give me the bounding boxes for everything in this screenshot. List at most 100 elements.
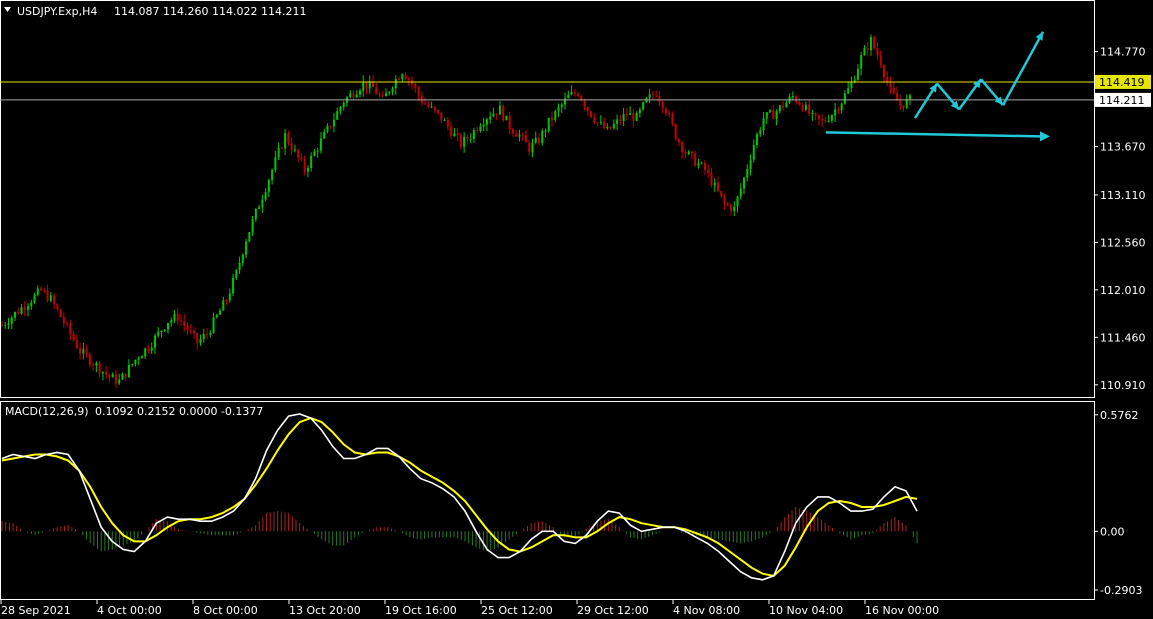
candle-body xyxy=(492,113,495,117)
candle-body xyxy=(756,134,759,145)
candle-body xyxy=(690,151,693,154)
candle-body xyxy=(909,95,911,99)
candle-body xyxy=(612,123,615,129)
candle-body xyxy=(385,93,388,97)
candle-body xyxy=(124,373,127,378)
candle-body xyxy=(720,191,723,197)
candle-body xyxy=(730,205,733,212)
candle-body xyxy=(782,105,785,108)
candle-body xyxy=(577,93,580,96)
candle-body xyxy=(88,354,91,365)
candle-body xyxy=(521,134,524,136)
candle-body xyxy=(489,116,492,120)
candle-body xyxy=(150,347,153,351)
candle-body xyxy=(515,133,518,137)
macd-values: 0.1092 0.2152 0.0000 -0.1377 xyxy=(95,405,263,418)
candle-body xyxy=(4,325,7,327)
candle-body xyxy=(433,106,436,110)
candle-body xyxy=(703,162,706,170)
macd-pane-frame xyxy=(0,401,1095,600)
candle-body xyxy=(225,300,228,302)
candle-body xyxy=(694,153,697,166)
macd-tick-label: -0.2903 xyxy=(1100,584,1142,597)
candle-body xyxy=(677,139,680,143)
candle-body xyxy=(625,114,628,116)
candle-body xyxy=(746,169,749,178)
candle-body xyxy=(303,159,306,172)
candle-body xyxy=(440,112,443,121)
candle-body xyxy=(407,78,410,81)
candle-body xyxy=(193,330,196,334)
price-tick-label: 113.110 xyxy=(1100,189,1146,202)
candle-body xyxy=(554,111,557,121)
candle-body xyxy=(82,349,85,354)
candle-body xyxy=(310,155,313,169)
candle-body xyxy=(726,203,729,206)
candle-body xyxy=(590,111,593,118)
candle-body xyxy=(215,314,218,318)
candle-body xyxy=(183,320,186,326)
candle-body xyxy=(222,300,225,311)
candle-body xyxy=(749,159,752,170)
candle-body xyxy=(687,151,690,155)
candle-body xyxy=(388,91,391,94)
candle-body xyxy=(736,196,739,207)
candle-body xyxy=(14,312,17,318)
candle-body xyxy=(232,277,235,294)
candle-body xyxy=(121,373,124,380)
candle-body xyxy=(762,118,765,131)
candle-body xyxy=(524,135,527,143)
candle-body xyxy=(557,107,560,112)
candle-body xyxy=(98,363,101,374)
candle-body xyxy=(157,331,160,336)
candle-body xyxy=(606,126,609,129)
candle-body xyxy=(450,126,453,137)
time-tick-label: 16 Nov 00:00 xyxy=(865,604,939,617)
candle-body xyxy=(30,302,33,307)
candle-body xyxy=(238,262,241,271)
candle-body xyxy=(873,37,876,49)
candle-body xyxy=(40,288,43,291)
candle-body xyxy=(593,117,596,123)
candle-body xyxy=(274,157,277,170)
candle-body xyxy=(127,364,130,378)
candle-body xyxy=(850,82,853,88)
candle-body xyxy=(394,78,397,89)
candle-body xyxy=(785,102,788,108)
time-tick-label: 29 Oct 12:00 xyxy=(577,604,649,617)
candle-body xyxy=(700,162,703,164)
candle-body xyxy=(212,317,215,333)
candle-body xyxy=(869,37,872,51)
candle-body xyxy=(329,125,332,127)
candle-body xyxy=(609,126,612,129)
candle-body xyxy=(479,126,482,131)
candle-body xyxy=(834,109,837,116)
macd-signal-line xyxy=(1,417,918,577)
trading-chart[interactable]: 114.770 113.670 113.110 112.560 112.010 111.4… xyxy=(0,0,1153,619)
symbol-title: USDJPY.Exp,H4 xyxy=(17,5,97,18)
candle-body xyxy=(53,295,56,305)
price-tick-label: 111.460 xyxy=(1100,331,1146,344)
time-tick-label: 19 Oct 16:00 xyxy=(385,604,457,617)
candle-body xyxy=(707,169,710,173)
candle-body xyxy=(290,143,293,151)
candle-body xyxy=(209,332,212,335)
candle-body xyxy=(352,93,355,98)
candle-body xyxy=(166,322,169,330)
candle-body xyxy=(199,339,202,344)
candle-body xyxy=(446,120,449,127)
candle-body xyxy=(118,379,121,384)
candle-body xyxy=(505,115,508,121)
candle-body xyxy=(378,94,381,96)
candle-body xyxy=(599,121,602,123)
candle-body xyxy=(453,133,456,137)
candle-body xyxy=(801,104,804,111)
candle-body xyxy=(196,333,199,344)
candle-body xyxy=(254,208,257,220)
candle-body xyxy=(769,110,772,113)
candle-body xyxy=(36,288,39,295)
candle-body xyxy=(541,130,544,144)
dropdown-triangle-icon[interactable] xyxy=(4,7,11,12)
candle-body xyxy=(798,102,801,105)
candle-body xyxy=(681,142,684,153)
